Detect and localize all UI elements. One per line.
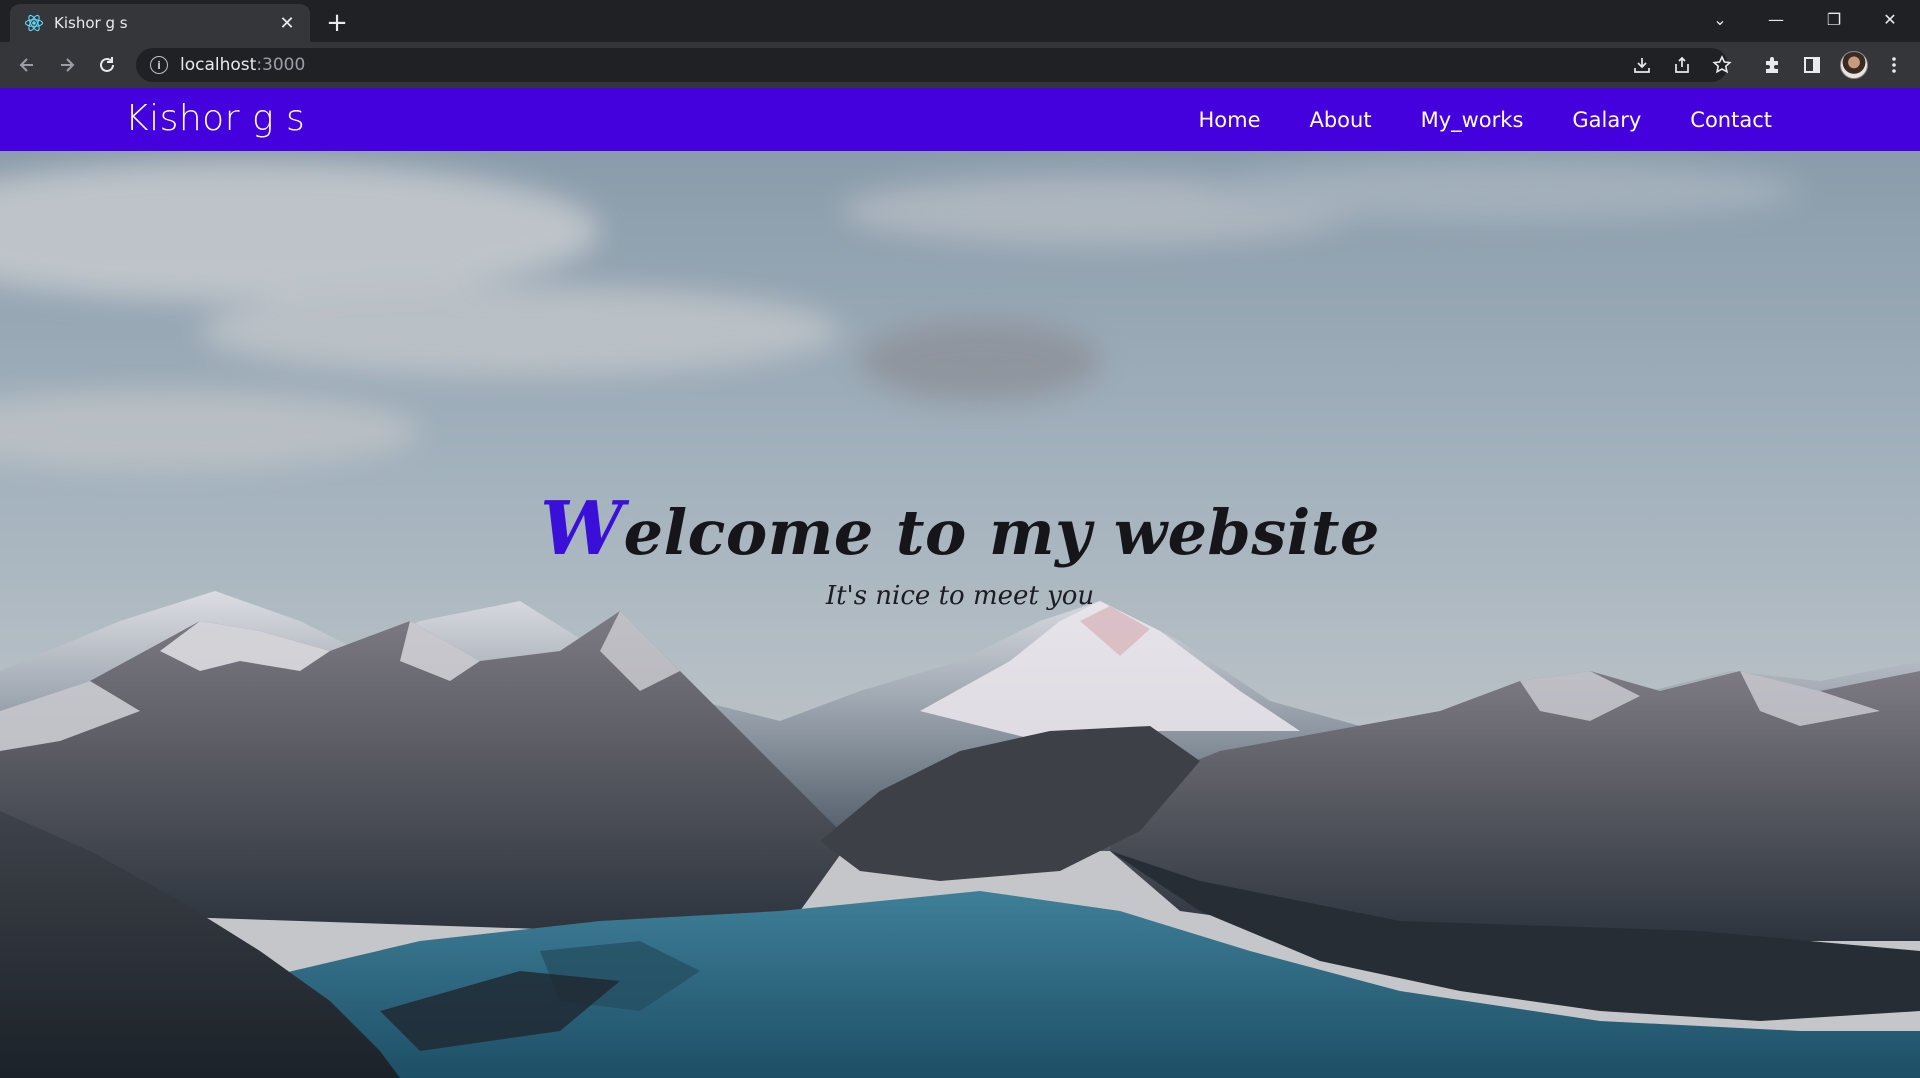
headline-accent-letter: W (540, 486, 624, 572)
share-icon[interactable] (1668, 51, 1696, 79)
forward-icon[interactable] (51, 49, 83, 81)
site-info-icon[interactable]: i (150, 56, 168, 74)
minimize-icon[interactable]: — (1748, 0, 1804, 38)
site-navbar: Kishor g s Home About My_works Galary Co… (0, 88, 1920, 151)
nav-link-about[interactable]: About (1309, 108, 1371, 132)
nav-link-home[interactable]: Home (1198, 108, 1260, 132)
browser-tab[interactable]: Kishor g s ✕ (10, 4, 310, 42)
nav-links: Home About My_works Galary Contact (1149, 88, 1772, 151)
tab-title: Kishor g s (54, 14, 128, 32)
hero-subline: It's nice to meet you (825, 581, 1095, 611)
hero-content: Welcome to my website It's nice to meet … (0, 151, 1920, 1078)
nav-link-my-works[interactable]: My_works (1421, 108, 1524, 132)
tab-close-icon[interactable]: ✕ (276, 12, 298, 34)
side-panel-icon[interactable] (1798, 51, 1826, 79)
tab-search-icon[interactable]: ⌄ (1692, 0, 1748, 38)
profile-avatar[interactable] (1840, 51, 1868, 79)
window-close-icon[interactable]: ✕ (1862, 0, 1918, 38)
address-bar[interactable]: i localhost :3000 (136, 48, 1728, 82)
bookmark-star-icon[interactable] (1708, 51, 1736, 79)
react-icon (24, 13, 44, 33)
site-brand[interactable]: Kishor g s (125, 98, 305, 139)
headline-text: elcome to my website (623, 496, 1380, 569)
extensions-icon[interactable] (1758, 51, 1786, 79)
url-port: :3000 (256, 55, 306, 75)
page-viewport: Kishor g s Home About My_works Galary Co… (0, 88, 1920, 1078)
restore-icon[interactable]: ❐ (1806, 0, 1862, 38)
url-host: localhost (180, 55, 257, 75)
hero-headline: Welcome to my website (0, 486, 1920, 572)
nav-link-contact[interactable]: Contact (1690, 108, 1772, 132)
nav-link-galary[interactable]: Galary (1572, 108, 1641, 132)
tab-strip: Kishor g s ✕ + ⌄ — ❐ ✕ (0, 0, 1920, 42)
menu-kebab-icon[interactable] (1880, 51, 1908, 79)
reload-icon[interactable] (91, 49, 123, 81)
browser-toolbar: i localhost :3000 (0, 42, 1920, 88)
install-icon[interactable] (1628, 51, 1656, 79)
hero-section: Welcome to my website It's nice to meet … (0, 151, 1920, 1078)
new-tab-button[interactable]: + (322, 8, 352, 38)
back-icon[interactable] (11, 49, 43, 81)
